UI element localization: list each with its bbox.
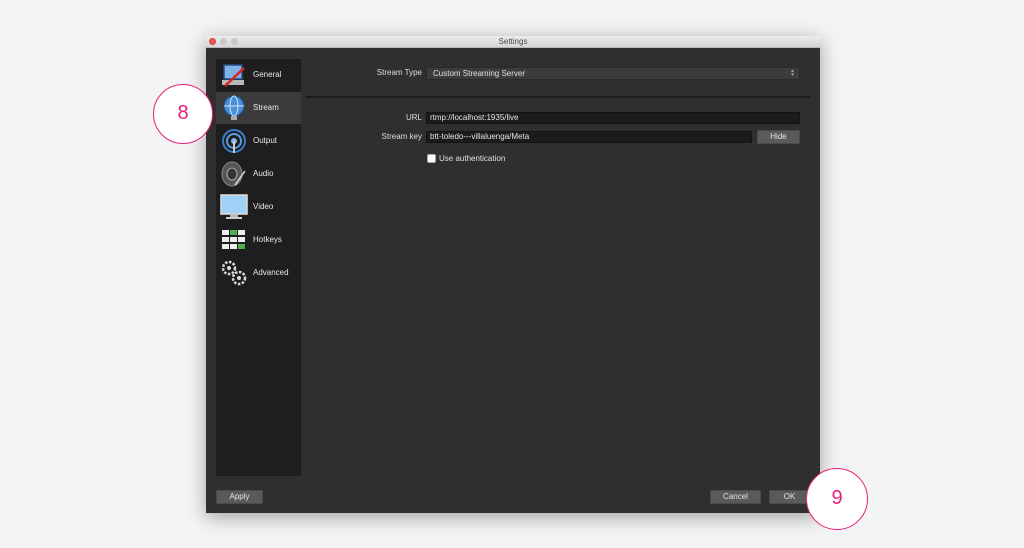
apply-button[interactable]: Apply <box>216 490 263 504</box>
hide-key-button[interactable]: Hide <box>757 130 800 144</box>
advanced-gears-icon <box>221 260 247 286</box>
step-8-callout: 8 <box>153 84 213 144</box>
use-authentication-label: Use authentication <box>439 154 506 163</box>
step-9-callout: 9 <box>806 468 868 530</box>
stream-key-label: Stream key <box>381 132 422 141</box>
stream-type-select[interactable]: Custom Streaming Server ▲ ▼ <box>426 67 800 80</box>
sidebar-item-audio[interactable]: Audio <box>216 158 301 190</box>
title-bar: Settings <box>206 36 820 48</box>
url-input[interactable]: rtmp://localhost:1935/live <box>426 112 800 124</box>
audio-speaker-icon <box>221 161 246 187</box>
url-label: URL <box>405 113 422 122</box>
settings-window: Settings General Stream Output Audio Vid… <box>206 36 820 513</box>
sidebar-item-video[interactable]: Video <box>216 191 301 223</box>
stream-globe-icon <box>223 95 245 120</box>
sidebar-item-advanced[interactable]: Advanced <box>216 257 301 289</box>
hotkeys-keyboard-icon <box>222 230 245 249</box>
settings-sidebar: General Stream Output Audio Video Hotkey… <box>216 59 301 476</box>
use-authentication-checkbox[interactable] <box>427 154 436 163</box>
ok-button[interactable]: OK <box>769 490 810 504</box>
stream-key-input[interactable]: btt-toledo---villaluenga/Meta <box>426 131 752 143</box>
sidebar-item-hotkeys[interactable]: Hotkeys <box>216 224 301 256</box>
video-monitor-icon <box>220 194 248 219</box>
window-title: Settings <box>498 37 528 46</box>
stepper-arrows-icon: ▲ ▼ <box>790 68 795 78</box>
output-icon <box>222 129 246 153</box>
general-icon <box>222 64 245 87</box>
sidebar-item-stream[interactable]: Stream <box>216 92 301 124</box>
cancel-button[interactable]: Cancel <box>710 490 761 504</box>
section-divider <box>306 96 810 98</box>
stream-type-label: Stream Type <box>376 68 422 77</box>
sidebar-item-output[interactable]: Output <box>216 125 301 157</box>
sidebar-item-general[interactable]: General <box>216 59 301 91</box>
